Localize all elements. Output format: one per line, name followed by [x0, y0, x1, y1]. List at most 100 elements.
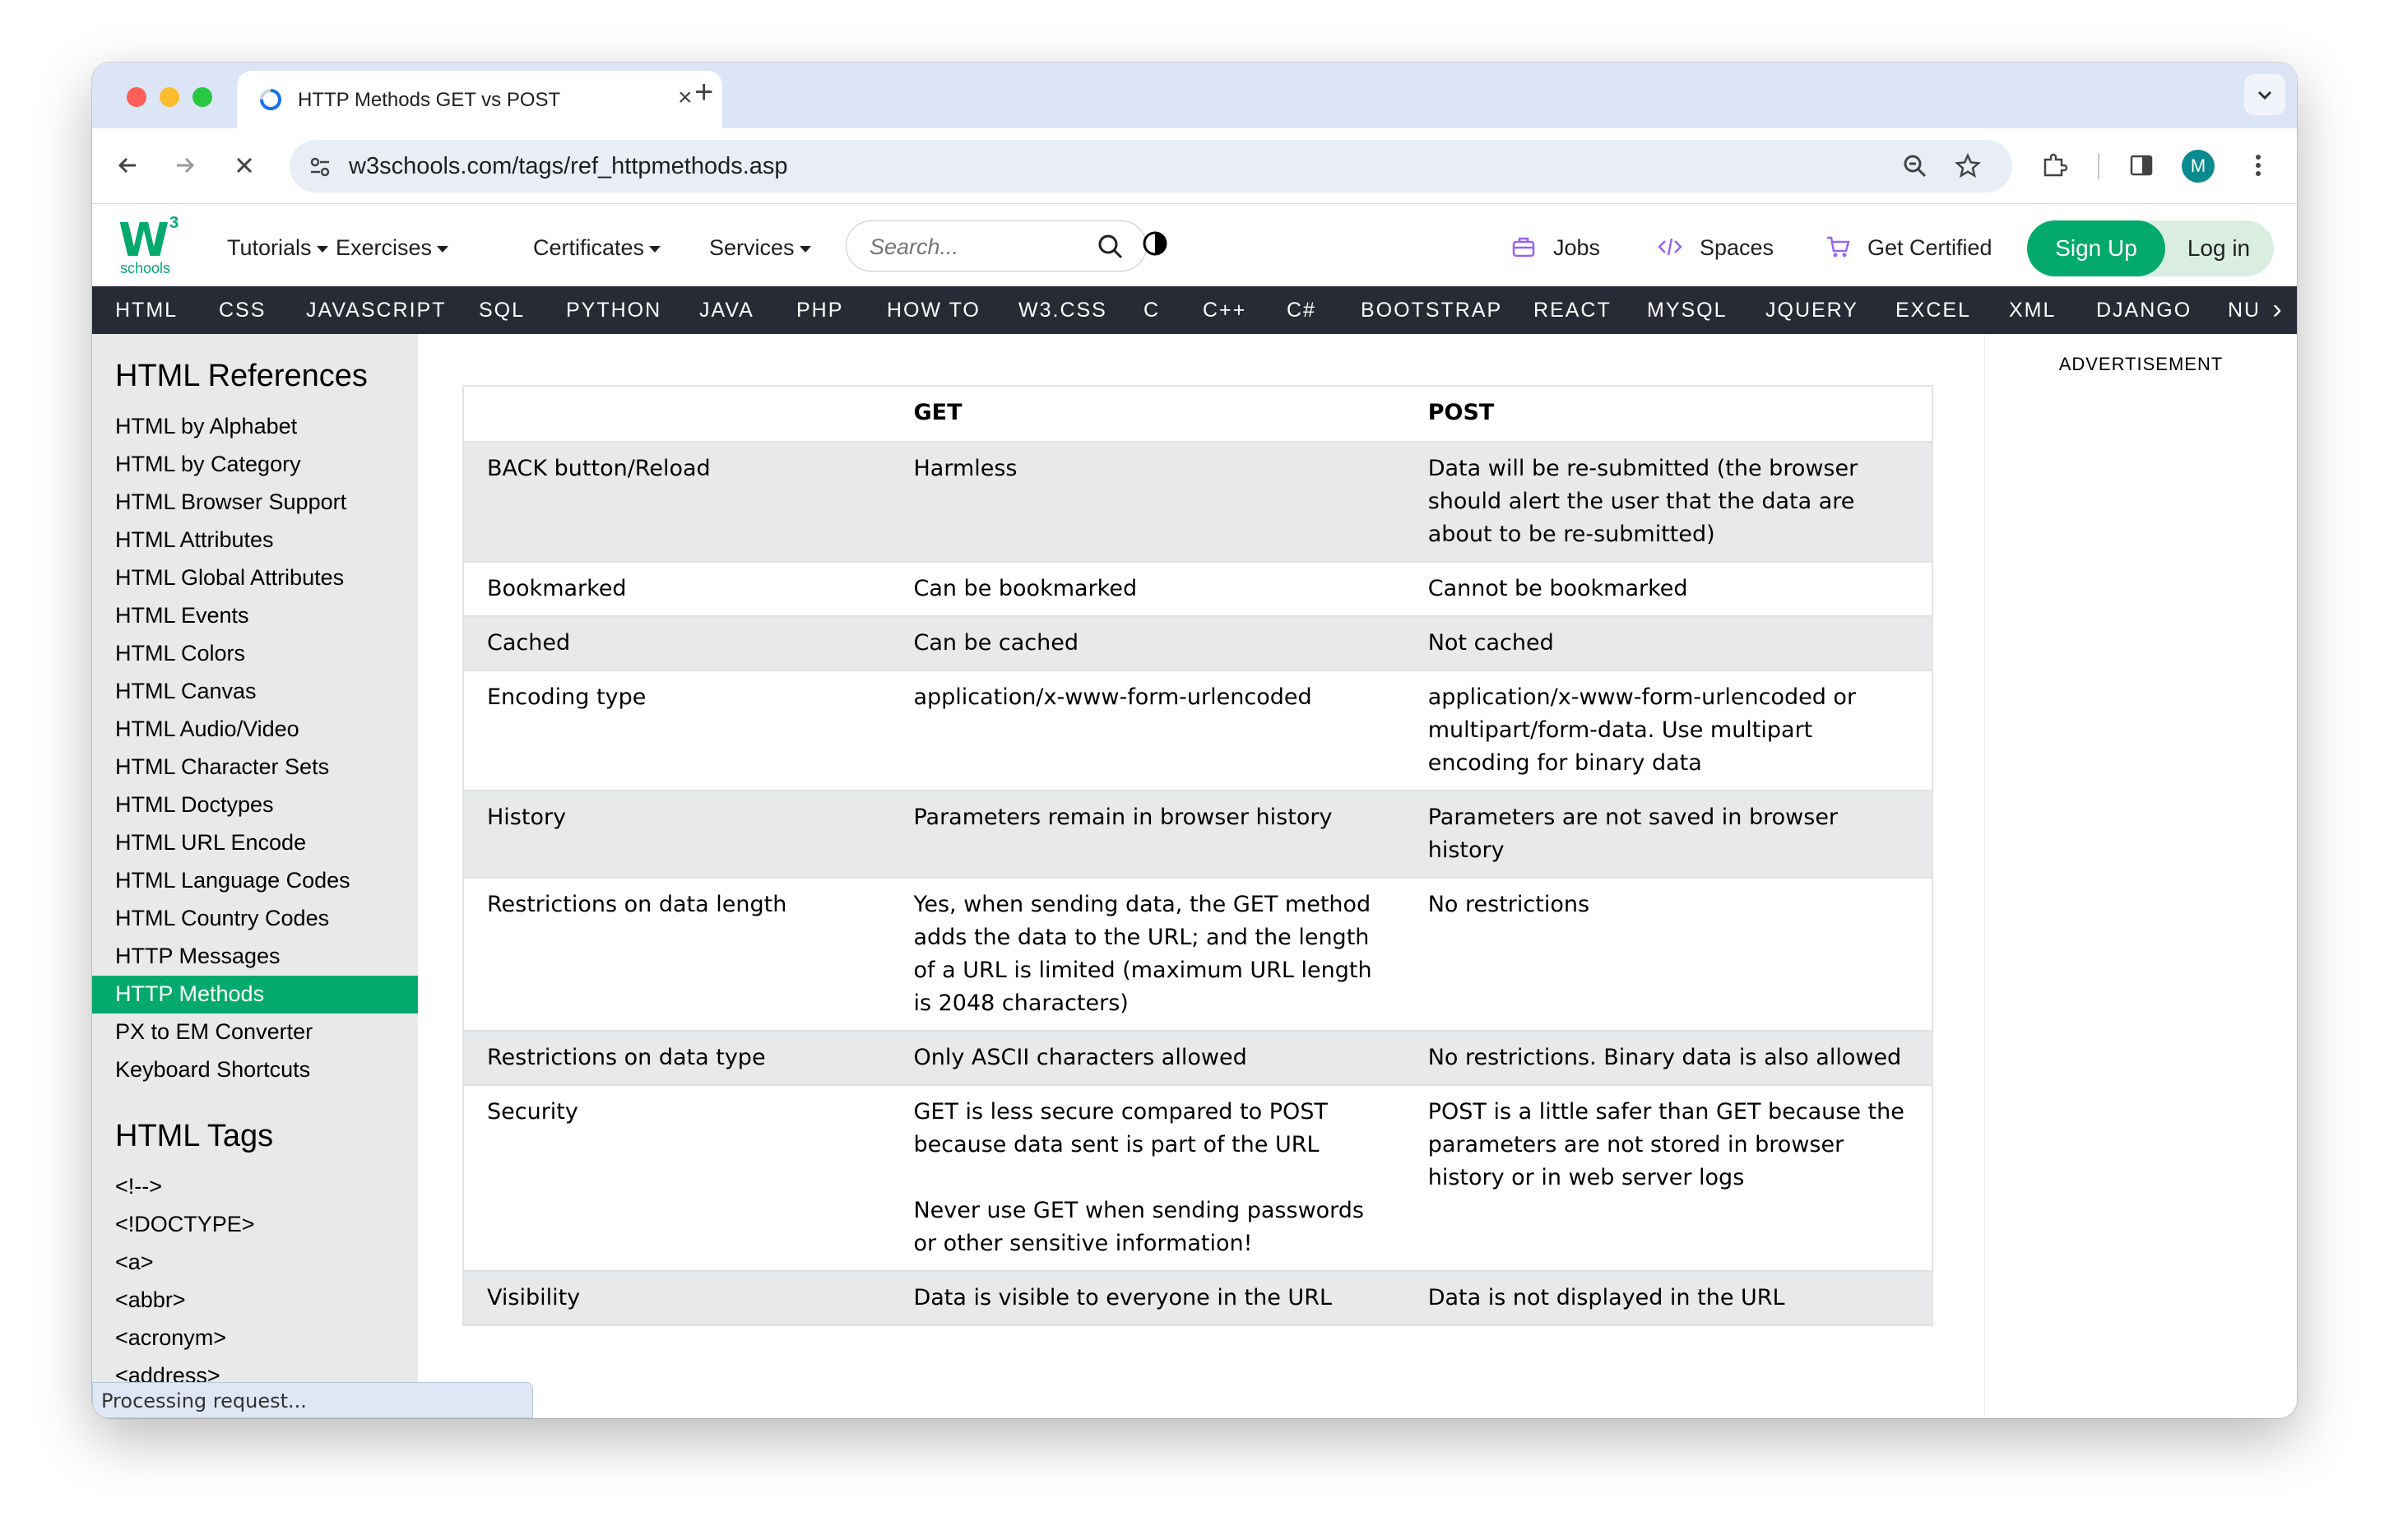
topnav-csharp[interactable]: C# [1287, 299, 1316, 322]
zoom-icon[interactable] [1902, 153, 1928, 179]
table-header-cell: GET [913, 400, 963, 425]
sidebar-tag-comment[interactable]: <!--> [92, 1168, 418, 1206]
new-tab-button[interactable]: + [694, 76, 713, 109]
close-icon [236, 157, 253, 174]
topnav-scroll-right-icon[interactable]: › [2257, 286, 2297, 334]
site-search-input[interactable]: Search... [846, 220, 1147, 271]
sidebar-item-character-sets[interactable]: HTML Character Sets [92, 749, 418, 786]
dark-mode-toggle-icon[interactable] [1142, 230, 1168, 257]
menu-services[interactable]: Services [709, 235, 811, 261]
close-window-button[interactable] [127, 87, 146, 107]
topnav-w3css[interactable]: W3.CSS [1018, 299, 1107, 322]
topnav-react[interactable]: REACT [1533, 299, 1612, 322]
side-panel-button[interactable] [2122, 146, 2160, 184]
menu-exercises[interactable]: Exercises [336, 235, 449, 261]
sidebar-item-browser-support[interactable]: HTML Browser Support [92, 484, 418, 522]
search-icon[interactable] [1097, 233, 1125, 261]
table-row: BACK button/Reload Harmless Data will be… [463, 442, 1932, 562]
sidebar-item-url-encode[interactable]: HTML URL Encode [92, 824, 418, 862]
log-in-button[interactable]: Log in [2165, 220, 2272, 276]
sidebar-tag-abbr[interactable]: <abbr> [92, 1282, 418, 1320]
topnav-numpy[interactable]: NU [2228, 299, 2261, 322]
maximize-window-button[interactable] [193, 87, 212, 107]
extensions-button[interactable] [2035, 146, 2073, 184]
sidebar-item-language-codes[interactable]: HTML Language Codes [92, 862, 418, 900]
topnav-sql[interactable]: SQL [479, 299, 525, 322]
site-info-icon[interactable] [308, 155, 332, 179]
sidebar-item-events[interactable]: HTML Events [92, 597, 418, 635]
topnav-css[interactable]: CSS [219, 299, 266, 322]
table-cell: Only ASCII characters allowed [890, 1031, 1405, 1085]
w3schools-logo[interactable]: W 3 schools [118, 214, 179, 276]
minimize-window-button[interactable] [160, 87, 179, 107]
topnav-xml[interactable]: XML [2009, 299, 2056, 322]
sidebar-item-by-alphabet[interactable]: HTML by Alphabet [92, 408, 418, 446]
spaces-link[interactable]: Spaces [1700, 235, 1774, 261]
sidebar-item-http-messages[interactable]: HTTP Messages [92, 938, 418, 976]
menu-certificates[interactable]: Certificates [533, 235, 661, 261]
caret-down-icon [316, 245, 328, 253]
table-cell: Restrictions on data type [463, 1031, 891, 1085]
browser-window: HTTP Methods GET vs POST × + w3schools.c… [92, 63, 2297, 1418]
sidebar-item-canvas[interactable]: HTML Canvas [92, 673, 418, 711]
sidebar-tag-doctype[interactable]: <!DOCTYPE> [92, 1206, 418, 1244]
sidebar-item-keyboard-shortcuts[interactable]: Keyboard Shortcuts [92, 1051, 418, 1089]
sidebar-item-global-attributes[interactable]: HTML Global Attributes [92, 559, 418, 597]
tab-close-icon[interactable]: × [678, 84, 693, 112]
sidebar-item-by-category[interactable]: HTML by Category [92, 446, 418, 484]
forward-button[interactable] [166, 146, 204, 184]
sidebar-item-http-methods[interactable]: HTTP Methods [92, 976, 418, 1014]
topnav-bootstrap[interactable]: BOOTSTRAP [1361, 299, 1502, 322]
table-row: Encoding type application/x-www-form-url… [463, 670, 1932, 791]
menu-exercises-label: Exercises [336, 235, 433, 260]
stop-loading-button[interactable] [225, 146, 263, 184]
topnav-python[interactable]: PYTHON [566, 299, 661, 322]
logo-text: schools [120, 260, 171, 276]
sidebar-tag-a[interactable]: <a> [92, 1244, 418, 1282]
tab-search-button[interactable] [2244, 74, 2285, 115]
sidebar-item-colors[interactable]: HTML Colors [92, 635, 418, 673]
browser-menu-button[interactable] [2239, 146, 2277, 184]
topnav-java[interactable]: JAVA [699, 299, 754, 322]
table-cell: Harmless [890, 442, 1405, 562]
topnav-django[interactable]: DJANGO [2096, 299, 2192, 322]
topnav-javascript[interactable]: JAVASCRIPT [306, 299, 447, 322]
sidebar-item-px-to-em[interactable]: PX to EM Converter [92, 1014, 418, 1051]
bookmark-star-icon[interactable] [1955, 153, 1981, 179]
topnav-php[interactable]: PHP [796, 299, 843, 322]
sign-up-button[interactable]: Sign Up [2027, 220, 2165, 276]
address-bar[interactable]: w3schools.com/tags/ref_httpmethods.asp [290, 140, 2012, 192]
table-cell: application/x-www-form-urlencoded or mul… [1427, 684, 1857, 776]
topnav-excel[interactable]: EXCEL [1895, 299, 1971, 322]
table-cell: application/x-www-form-urlencoded [913, 684, 1312, 710]
jobs-link[interactable]: Jobs [1553, 235, 1600, 261]
sidebar-tag-acronym[interactable]: <acronym> [92, 1320, 418, 1357]
back-button[interactable] [109, 146, 146, 184]
table-cell: No restrictions [1427, 892, 1590, 917]
topnav-howto[interactable]: HOW TO [887, 299, 981, 322]
table-cell: Yes, when sending data, the GET method a… [913, 892, 1372, 1016]
table-cell: Bookmarked [487, 576, 627, 601]
menu-tutorials[interactable]: Tutorials [227, 235, 328, 261]
table-cell: BACK button/Reload [463, 442, 891, 562]
table-cell: Cached [463, 616, 891, 670]
sidebar-item-audio-video[interactable]: HTML Audio/Video [92, 711, 418, 749]
sidebar-item-country-codes[interactable]: HTML Country Codes [92, 900, 418, 938]
table-cell: Restrictions on data length [487, 892, 787, 917]
profile-avatar[interactable]: M [2182, 150, 2215, 183]
topnav-jquery[interactable]: JQUERY [1765, 299, 1858, 322]
sidebar-item-doctypes[interactable]: HTML Doctypes [92, 786, 418, 824]
table-cell: GET is less secure compared to POST beca… [913, 1099, 1364, 1256]
caret-down-icon [649, 245, 661, 253]
topnav-cpp[interactable]: C++ [1203, 299, 1246, 322]
tab-title: HTTP Methods GET vs POST [298, 89, 561, 111]
topnav-html[interactable]: HTML [115, 299, 178, 322]
sidebar-heading-tags: HTML Tags [115, 1119, 274, 1153]
main-content: GET POST BACK button/Reload Harmless Dat… [418, 334, 1994, 1418]
topnav-mysql[interactable]: MYSQL [1647, 299, 1728, 322]
toolbar-divider [2098, 153, 2099, 179]
sidebar-item-attributes[interactable]: HTML Attributes [92, 522, 418, 559]
browser-tab[interactable]: HTTP Methods GET vs POST × [237, 71, 722, 128]
get-certified-link[interactable]: Get Certified [1867, 235, 1992, 261]
topnav-c[interactable]: C [1143, 299, 1160, 322]
